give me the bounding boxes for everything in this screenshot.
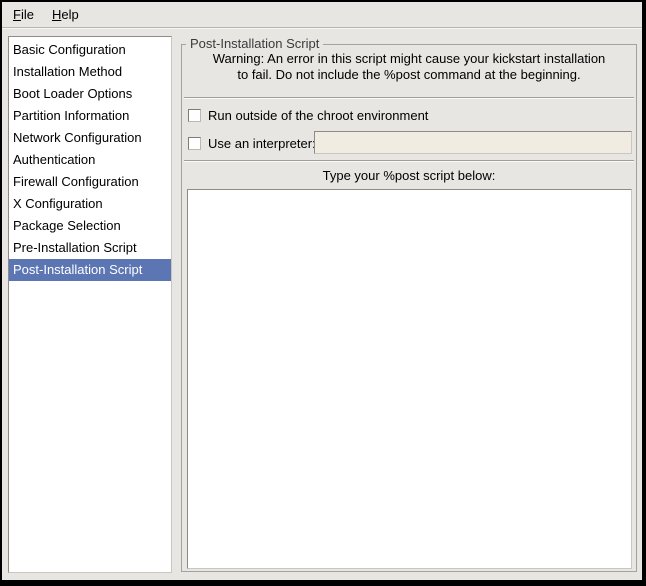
sidebar-item-post-installation-script[interactable]: Post-Installation Script bbox=[9, 259, 171, 281]
run-outside-chroot-checkbox[interactable] bbox=[188, 109, 201, 122]
menu-help-label: H bbox=[52, 7, 61, 22]
use-interpreter-option: Use an interpreter: bbox=[188, 131, 630, 155]
separator bbox=[184, 160, 634, 162]
use-interpreter-label: Use an interpreter: bbox=[208, 136, 316, 151]
warning-text: Warning: An error in this script might c… bbox=[182, 51, 636, 83]
section-list: Basic Configuration Installation Method … bbox=[8, 36, 172, 573]
sidebar-item-authentication[interactable]: Authentication bbox=[9, 149, 171, 171]
sidebar-item-firewall-configuration[interactable]: Firewall Configuration bbox=[9, 171, 171, 193]
menubar: File Help bbox=[2, 2, 642, 28]
sidebar-item-partition-information[interactable]: Partition Information bbox=[9, 105, 171, 127]
frame-title: Post-Installation Script bbox=[186, 36, 323, 51]
separator bbox=[184, 97, 634, 99]
sidebar-item-boot-loader-options[interactable]: Boot Loader Options bbox=[9, 83, 171, 105]
run-outside-chroot-option[interactable]: Run outside of the chroot environment bbox=[188, 105, 630, 125]
menu-file[interactable]: File bbox=[4, 3, 43, 26]
interpreter-input[interactable] bbox=[314, 131, 632, 154]
post-script-textarea[interactable] bbox=[187, 189, 632, 569]
sidebar-item-basic-configuration[interactable]: Basic Configuration bbox=[9, 39, 171, 61]
screenshot-root: { "menubar": { "items": [ { "label": "Fi… bbox=[0, 0, 646, 586]
sidebar-item-network-configuration[interactable]: Network Configuration bbox=[9, 127, 171, 149]
sidebar-item-x-configuration[interactable]: X Configuration bbox=[9, 193, 171, 215]
menu-file-label: F bbox=[13, 7, 21, 22]
use-interpreter-checkbox[interactable] bbox=[188, 137, 201, 150]
kickstart-configurator-window: File Help Basic Configuration Installati… bbox=[2, 2, 642, 580]
run-outside-chroot-label: Run outside of the chroot environment bbox=[208, 108, 428, 123]
script-prompt-label: Type your %post script below: bbox=[182, 168, 636, 183]
warning-line-2: to fail. Do not include the %post comman… bbox=[182, 67, 636, 83]
menu-help[interactable]: Help bbox=[43, 3, 88, 26]
warning-line-1: Warning: An error in this script might c… bbox=[182, 51, 636, 67]
sidebar-item-pre-installation-script[interactable]: Pre-Installation Script bbox=[9, 237, 171, 259]
sidebar-item-package-selection[interactable]: Package Selection bbox=[9, 215, 171, 237]
post-installation-script-frame: Post-Installation Script Warning: An err… bbox=[181, 44, 637, 572]
sidebar-item-installation-method[interactable]: Installation Method bbox=[9, 61, 171, 83]
